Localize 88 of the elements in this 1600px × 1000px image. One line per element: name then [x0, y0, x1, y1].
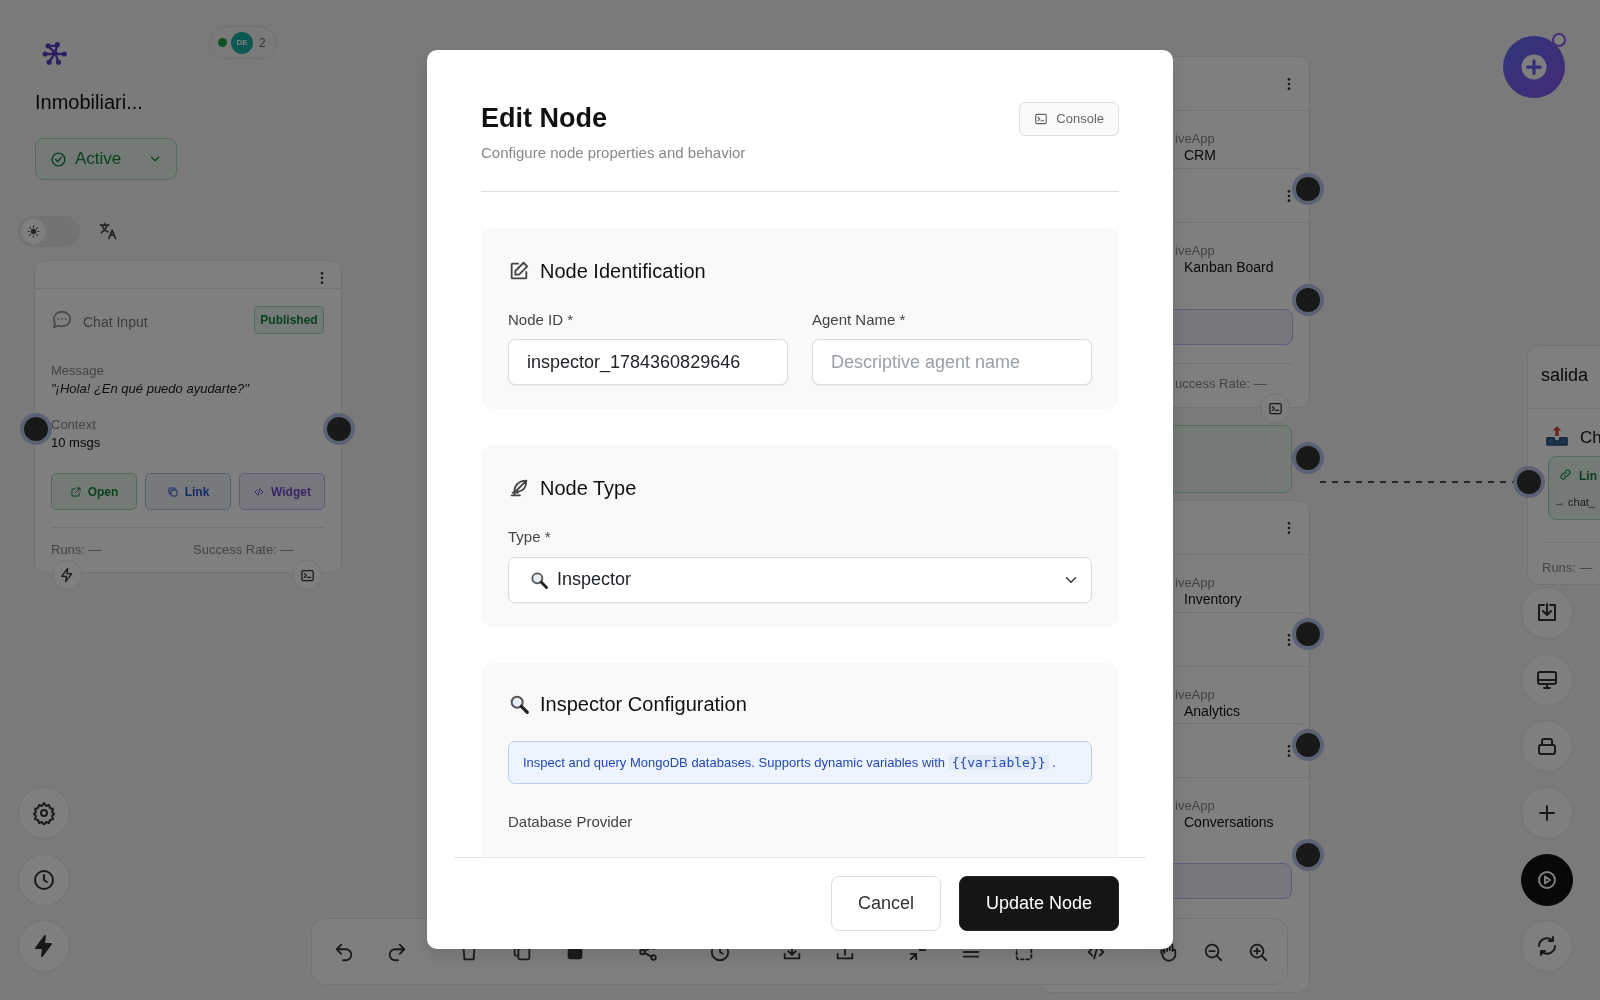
terminal-icon — [1034, 111, 1049, 126]
edit-icon — [508, 259, 530, 282]
plus-icon — [1519, 52, 1549, 82]
field-label: Message — [51, 362, 104, 380]
node-name: Analytics — [1184, 702, 1241, 721]
section-title: Node Identification — [540, 258, 706, 284]
type-select[interactable]: Inspector — [508, 556, 1092, 603]
node-name: Inventory — [1184, 590, 1242, 609]
settings-icon — [32, 801, 56, 825]
notification-dot — [1552, 33, 1566, 47]
theme-toggle[interactable] — [18, 216, 80, 247]
node-action-button[interactable]: Widget — [239, 473, 325, 510]
chat-bubble-icon — [51, 309, 73, 331]
history-icon — [32, 868, 56, 892]
canvas-action-button[interactable] — [1521, 854, 1573, 906]
runs-stat: Runs: — — [51, 541, 102, 559]
node-app-label: iveApp — [1175, 130, 1215, 148]
cancel-button[interactable]: Cancel — [830, 876, 941, 931]
node-name: Ch — [1580, 427, 1600, 449]
node-name: Conversations — [1184, 813, 1274, 832]
console-button[interactable]: Console — [1019, 102, 1119, 136]
field-label: Node ID * — [508, 309, 574, 330]
console-button[interactable] — [1260, 393, 1290, 423]
info-message: Inspect and query MongoDB databases. Supports dynamic variables with {{variable}} . — [508, 740, 1092, 785]
check-circle-icon — [50, 150, 67, 168]
node-name: CRM — [1184, 146, 1216, 165]
node-app-label: iveApp — [1175, 574, 1215, 592]
zoom-in-icon[interactable] — [1247, 941, 1269, 963]
field-value: 10 msgs — [51, 434, 101, 452]
sidebar-button[interactable] — [18, 787, 70, 839]
redo-icon[interactable] — [386, 941, 408, 963]
network-logo-icon — [41, 40, 69, 68]
user-avatar: DE — [231, 31, 253, 54]
lightning-icon — [59, 567, 75, 583]
field-label: Type * — [508, 527, 551, 548]
hand-icon[interactable] — [1157, 941, 1179, 963]
terminal-icon — [299, 567, 315, 583]
connection-port[interactable] — [1296, 733, 1320, 757]
connection-port[interactable] — [1296, 288, 1320, 312]
node-app-label: iveApp — [1175, 797, 1215, 815]
play-icon — [1535, 868, 1559, 892]
field-label: Context — [51, 416, 96, 434]
link-target: → chat_ — [1554, 495, 1595, 510]
input-field[interactable]: inspector_1784360829646 — [508, 339, 788, 386]
field-value: "¡Hola! ¿En qué puedo ayudarte?" — [51, 380, 249, 398]
node-app-label: iveApp — [1175, 242, 1215, 260]
magnifier-icon — [529, 569, 549, 590]
node-name: Kanban Board — [1184, 258, 1274, 277]
node-type-label: Chat Input — [83, 313, 148, 332]
section-title: Node Type — [540, 476, 637, 502]
undo-icon[interactable] — [333, 941, 355, 963]
sidebar-button[interactable] — [18, 854, 70, 906]
status-badge: Published — [254, 306, 324, 334]
input-field[interactable]: Descriptive agent name — [812, 339, 1092, 386]
field-label: Agent Name * — [812, 309, 906, 330]
monitor-icon — [1535, 668, 1559, 692]
terminal-icon — [1267, 400, 1283, 416]
dialog-subtitle: Configure node properties and behavior — [481, 143, 746, 164]
online-dot — [218, 38, 227, 47]
link-label: Lin — [1579, 468, 1597, 485]
copy-icon — [166, 485, 179, 498]
zoom-out-icon[interactable] — [1202, 941, 1224, 963]
node-action-button[interactable]: Link — [145, 473, 231, 510]
connection-port[interactable] — [24, 417, 48, 441]
external-link-icon — [69, 485, 82, 498]
refresh-icon — [1535, 934, 1559, 958]
runs-stat: Runs: — — [1542, 559, 1593, 577]
success-rate-stat: Success Rate: — — [193, 541, 294, 559]
connection-port[interactable] — [327, 417, 351, 441]
connection-port[interactable] — [1517, 470, 1541, 494]
workflow-title: Inmobiliari... — [35, 90, 143, 115]
translate-icon[interactable] — [98, 221, 118, 241]
code-icon — [253, 485, 266, 498]
connection-port[interactable] — [1296, 622, 1320, 646]
link-icon — [1559, 468, 1572, 481]
success-rate-stat: uccess Rate: — — [1175, 375, 1267, 393]
sidebar-button[interactable] — [18, 920, 70, 972]
node-app-label: iveApp — [1175, 686, 1215, 704]
user-count: 2 — [259, 34, 266, 52]
node-title: salida — [1541, 364, 1589, 387]
update-button[interactable]: Update Node — [958, 876, 1119, 931]
dialog-title: Edit Node — [481, 102, 608, 135]
section-title: Inspector Configuration — [540, 691, 747, 717]
connection-port[interactable] — [1296, 446, 1320, 470]
sun-icon — [27, 225, 40, 238]
field-label: Database Provider — [508, 812, 633, 833]
connection-port[interactable] — [1296, 177, 1320, 201]
connection-port[interactable] — [1296, 843, 1320, 867]
